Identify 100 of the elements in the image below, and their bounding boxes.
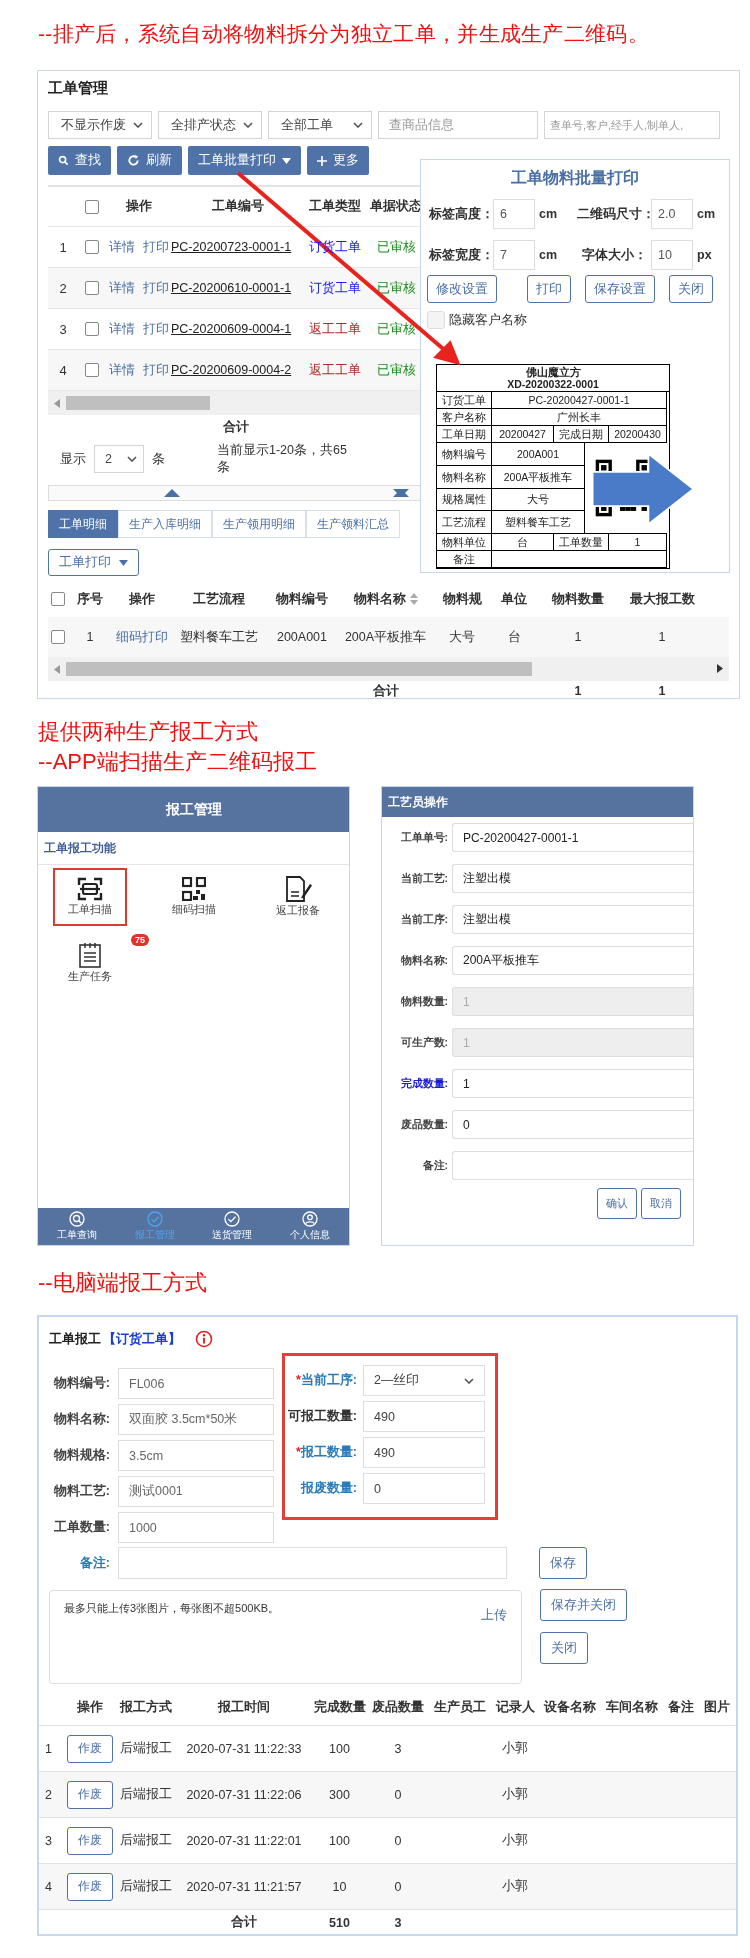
void-button[interactable]: 作废	[66, 1734, 113, 1763]
order-number-link[interactable]: PC-20200609-0004-2	[171, 363, 304, 377]
table-cell-text: 3	[393, 1741, 403, 1756]
nav-tab[interactable]: 个人信息	[271, 1208, 349, 1245]
function-tile[interactable]: 返工报备	[261, 868, 335, 926]
field-label: 物料规格:	[52, 1447, 110, 1464]
label-field-value: 20200427	[492, 426, 554, 443]
order-type: 返工工单	[309, 320, 361, 338]
input-field[interactable]: 3.5cm	[118, 1440, 274, 1471]
row-link[interactable]: 详情	[108, 361, 135, 379]
field-label: 完成数量:	[399, 1076, 449, 1091]
dialog-button[interactable]: 关闭	[669, 275, 713, 303]
void-button[interactable]: 作废	[66, 1872, 113, 1901]
row-link[interactable]: 细码打印	[112, 628, 172, 646]
column-header: 工艺流程	[192, 590, 246, 608]
function-tile[interactable]: 生产任务	[53, 934, 127, 992]
input-field[interactable]: 0	[452, 1110, 693, 1139]
row-link[interactable]: 详情	[108, 238, 135, 256]
dialog-button[interactable]: 保存设置	[585, 275, 655, 303]
table-cell-text: 后端报工	[119, 1878, 173, 1895]
filter-select[interactable]: 全排产状态	[158, 111, 262, 139]
field-label: 备注:	[421, 1158, 449, 1173]
form-button[interactable]: 关闭	[540, 1632, 588, 1664]
table-cell-text: 300	[328, 1787, 351, 1802]
field-label: 工单数量:	[52, 1519, 110, 1536]
number-field[interactable]: 6	[493, 199, 535, 229]
input-field[interactable]: 双面胶 3.5cm*50米	[118, 1404, 274, 1435]
page-size-select[interactable]: 2	[94, 445, 144, 473]
input-field[interactable]: 0	[363, 1473, 485, 1504]
row-number: 4	[58, 362, 68, 378]
input-field[interactable]: FL006	[118, 1368, 274, 1399]
table-cell-text: 后端报工	[119, 1740, 173, 1757]
column-header: 序号	[76, 590, 104, 608]
upload-area[interactable]: 最多只能上传3张图片，每张图不超500KB。 上传	[49, 1590, 522, 1684]
total-label: 合计	[230, 1914, 258, 1931]
panel-title: 工单报工	[49, 1330, 101, 1348]
number-field[interactable]: 2.0	[651, 199, 693, 229]
field-label: 物料工艺:	[52, 1483, 110, 1500]
tab[interactable]: 生产领用明细	[212, 510, 306, 538]
input-field[interactable]: 1000	[118, 1512, 274, 1543]
label-field-value: 20200430	[609, 426, 667, 443]
row-link[interactable]: 打印	[142, 361, 169, 379]
toolbar-button[interactable]: 工单批量打印	[188, 146, 301, 175]
toolbar-button[interactable]: 更多	[307, 146, 369, 175]
field-label: 物料数量:	[399, 994, 449, 1009]
table-cell-text: 1	[573, 630, 583, 644]
unit-label: cm	[539, 207, 558, 221]
tab[interactable]: 生产领料汇总	[306, 510, 400, 538]
nav-tab[interactable]: 送货管理	[193, 1208, 272, 1245]
input-field[interactable]: 注塑出模	[452, 905, 693, 934]
input-field[interactable]: 490	[363, 1437, 485, 1468]
nav-tab[interactable]: 工单查询	[38, 1208, 116, 1245]
save-button[interactable]: 保存	[539, 1547, 587, 1579]
form-button[interactable]: 保存并关闭	[540, 1589, 627, 1621]
form-button[interactable]: 取消	[641, 1188, 681, 1219]
void-button[interactable]: 作废	[66, 1780, 113, 1809]
table-cell-text: 10	[331, 1879, 348, 1894]
order-type-tag: 【订货工单】	[103, 1330, 181, 1348]
table-cell-text: 后端报工	[119, 1832, 173, 1849]
field-label: 当前工序:	[399, 912, 449, 927]
input-field[interactable]: 1	[452, 1069, 693, 1098]
process-select[interactable]: 2—丝印	[363, 1365, 485, 1396]
column-header: 工单编号	[210, 198, 265, 215]
number-field[interactable]: 10	[651, 240, 693, 270]
function-tile[interactable]: 细码扫描	[157, 868, 231, 926]
function-tile[interactable]: 工单扫描	[53, 868, 127, 926]
label-field-value: PC-20200427-0001-1	[492, 392, 667, 409]
section-title: 工单报工功能	[38, 832, 349, 865]
tab[interactable]: 工单明细	[48, 510, 118, 538]
toolbar-button[interactable]: 刷新	[117, 146, 182, 175]
input-field[interactable]: 490	[363, 1401, 485, 1432]
form-button[interactable]: 确认	[597, 1188, 637, 1219]
dialog-title: 工单物料批量打印	[510, 168, 640, 188]
order-number-link[interactable]: PC-20200723-0001-1	[171, 240, 304, 254]
input-field[interactable]: 注塑出模	[452, 864, 693, 893]
dialog-button[interactable]: 修改设置	[427, 275, 497, 303]
input-field[interactable]: 测试0001	[118, 1476, 274, 1507]
order-number-link[interactable]: PC-20200609-0004-1	[171, 322, 304, 336]
print-dropdown-button[interactable]: 工单打印	[48, 549, 139, 576]
search-field[interactable]: 查商品信息	[378, 111, 538, 139]
row-link[interactable]: 打印	[142, 238, 169, 256]
order-number-link[interactable]: PC-20200610-0001-1	[171, 281, 304, 295]
tab[interactable]: 生产入库明细	[118, 510, 212, 538]
row-link[interactable]: 打印	[142, 320, 169, 338]
label-field-value: 1	[609, 534, 667, 551]
number-field[interactable]: 7	[493, 240, 535, 270]
dialog-button[interactable]: 打印	[527, 275, 571, 303]
upload-link[interactable]: 上传	[481, 1607, 507, 1683]
input-field[interactable]: PC-20200427-0001-1	[452, 823, 693, 852]
row-link[interactable]: 打印	[142, 279, 169, 297]
field-label: 可生产数:	[399, 1035, 449, 1050]
input-field[interactable]: 200A平板推车	[452, 946, 693, 975]
void-button[interactable]: 作废	[66, 1826, 113, 1855]
search-field[interactable]: 查单号,客户,经手人,制单人,	[544, 111, 720, 139]
filter-select[interactable]: 全部工单	[268, 111, 372, 139]
filter-select[interactable]: 不显示作废	[48, 111, 152, 139]
column-header: 物料名称	[353, 590, 406, 608]
toolbar-button[interactable]: 查找	[48, 146, 111, 175]
row-link[interactable]: 详情	[108, 320, 135, 338]
row-link[interactable]: 详情	[108, 279, 135, 297]
